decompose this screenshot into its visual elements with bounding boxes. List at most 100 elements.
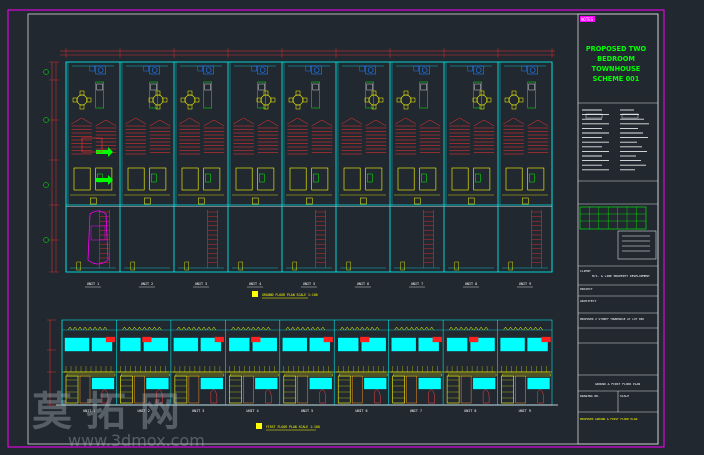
grid-bubble bbox=[43, 182, 49, 188]
unit-label-plan: UNIT 7 bbox=[411, 282, 423, 286]
upper-window bbox=[282, 337, 307, 352]
toilet-icon bbox=[475, 67, 482, 73]
ground-window bbox=[527, 377, 550, 390]
eave-ornament bbox=[132, 326, 137, 331]
unit-label-elevation: UNIT 9 bbox=[519, 409, 531, 413]
eave-ornament bbox=[355, 326, 360, 331]
elevation-caption: FIRST FLOOR PLAN SCALE 1:100 bbox=[256, 423, 320, 431]
title-line-2: BEDROOM bbox=[597, 55, 635, 63]
gate-post bbox=[76, 261, 82, 271]
unit-elevation bbox=[497, 320, 551, 405]
bathroom-fixture bbox=[257, 65, 269, 75]
side-table bbox=[313, 173, 319, 183]
ac-unit bbox=[541, 336, 551, 343]
chair bbox=[396, 97, 402, 103]
eave-ornament bbox=[483, 326, 489, 331]
bathroom-fixture bbox=[311, 65, 323, 75]
figure-silhouette bbox=[537, 389, 544, 404]
sofa bbox=[73, 167, 91, 191]
stair-top bbox=[189, 117, 201, 125]
chair bbox=[486, 97, 492, 103]
stair-top bbox=[503, 117, 514, 125]
eave-ornament bbox=[256, 326, 261, 331]
eave-ornament bbox=[201, 326, 207, 331]
eave-ornament bbox=[236, 326, 241, 331]
eave-ornament bbox=[414, 326, 419, 331]
eave-ornament bbox=[137, 326, 142, 331]
chair bbox=[371, 104, 377, 110]
eave-ornament bbox=[365, 326, 370, 331]
dining-table bbox=[260, 94, 272, 106]
dining-table bbox=[400, 94, 412, 106]
eave-ornament bbox=[468, 326, 474, 331]
staircase bbox=[503, 117, 525, 155]
stair-top bbox=[459, 117, 471, 125]
gate-post bbox=[346, 261, 351, 271]
title-block: NOTES PROPOSED TWO BEDROOM TOWNHOUSE SCH… bbox=[577, 13, 659, 445]
kitchen-counter bbox=[419, 81, 428, 109]
sofa bbox=[257, 167, 275, 191]
basin-icon bbox=[359, 65, 365, 72]
eave-ornament bbox=[424, 326, 429, 331]
chair bbox=[79, 90, 85, 96]
ac-unit bbox=[360, 336, 370, 343]
svg-text:CLIENT: CLIENT bbox=[580, 269, 591, 273]
sofa bbox=[235, 167, 253, 191]
grid-bubble bbox=[43, 117, 49, 123]
stair-top bbox=[341, 117, 352, 125]
sink bbox=[150, 83, 157, 91]
address-label: PROPOSED 2 STOREY TOWNHOUSE AT LOT 000 bbox=[580, 317, 644, 321]
stair-top bbox=[125, 117, 136, 125]
front-door bbox=[252, 197, 259, 205]
upper-window-2 bbox=[446, 337, 468, 352]
side-table bbox=[421, 173, 427, 183]
gate-post bbox=[508, 261, 513, 271]
eave-ornament bbox=[513, 326, 518, 331]
chair bbox=[511, 104, 517, 110]
chair bbox=[302, 97, 308, 103]
chair bbox=[180, 97, 186, 103]
side-table bbox=[259, 173, 265, 183]
chair bbox=[410, 97, 416, 103]
title-line-3: TOWNHOUSE bbox=[592, 65, 641, 73]
basin-icon bbox=[89, 65, 95, 72]
chair bbox=[155, 90, 161, 96]
chair bbox=[263, 104, 269, 110]
sofa bbox=[419, 167, 437, 191]
ac-unit bbox=[142, 336, 152, 343]
stamp-box bbox=[617, 230, 657, 260]
sink bbox=[258, 83, 265, 91]
eave-ornament bbox=[409, 326, 414, 331]
front-door bbox=[522, 197, 529, 205]
eave-ornament bbox=[191, 326, 197, 331]
toilet-icon bbox=[367, 67, 374, 73]
elevation-caption-text: FIRST FLOOR PLAN SCALE 1:100 bbox=[266, 425, 320, 429]
sink bbox=[528, 83, 535, 91]
eave-ornament bbox=[528, 326, 533, 331]
ground-window bbox=[255, 377, 278, 390]
sink bbox=[96, 83, 103, 91]
chair bbox=[270, 97, 276, 103]
notes-tag-text: NOTES bbox=[581, 17, 594, 22]
dining-table bbox=[76, 94, 88, 106]
drawing-canvas[interactable]: UNIT 1 UNIT 2 UNIT 3 UNIT 4 UNIT 5 UNIT 6 UNIT… bbox=[0, 0, 704, 455]
sofa bbox=[365, 167, 383, 191]
upper-window-2 bbox=[229, 337, 250, 352]
figure-silhouette bbox=[482, 389, 490, 404]
bathroom-fixture bbox=[95, 65, 106, 75]
ground-window bbox=[309, 377, 332, 390]
upper-window-2 bbox=[120, 337, 141, 352]
notes-block bbox=[582, 109, 649, 171]
eave-ornament bbox=[370, 326, 375, 331]
ac-unit bbox=[105, 336, 116, 343]
gate-post bbox=[238, 261, 244, 271]
basin-icon bbox=[305, 65, 311, 72]
eave-ornament bbox=[241, 326, 246, 331]
unit-label-plan: UNIT 8 bbox=[465, 282, 477, 286]
dining-table bbox=[368, 94, 380, 106]
upper-window bbox=[173, 337, 199, 352]
consultant-label: ARCHITECT bbox=[580, 299, 596, 303]
dining-table bbox=[508, 94, 520, 106]
figure-silhouette bbox=[319, 389, 327, 404]
unit-label-plan: UNIT 6 bbox=[357, 282, 369, 286]
